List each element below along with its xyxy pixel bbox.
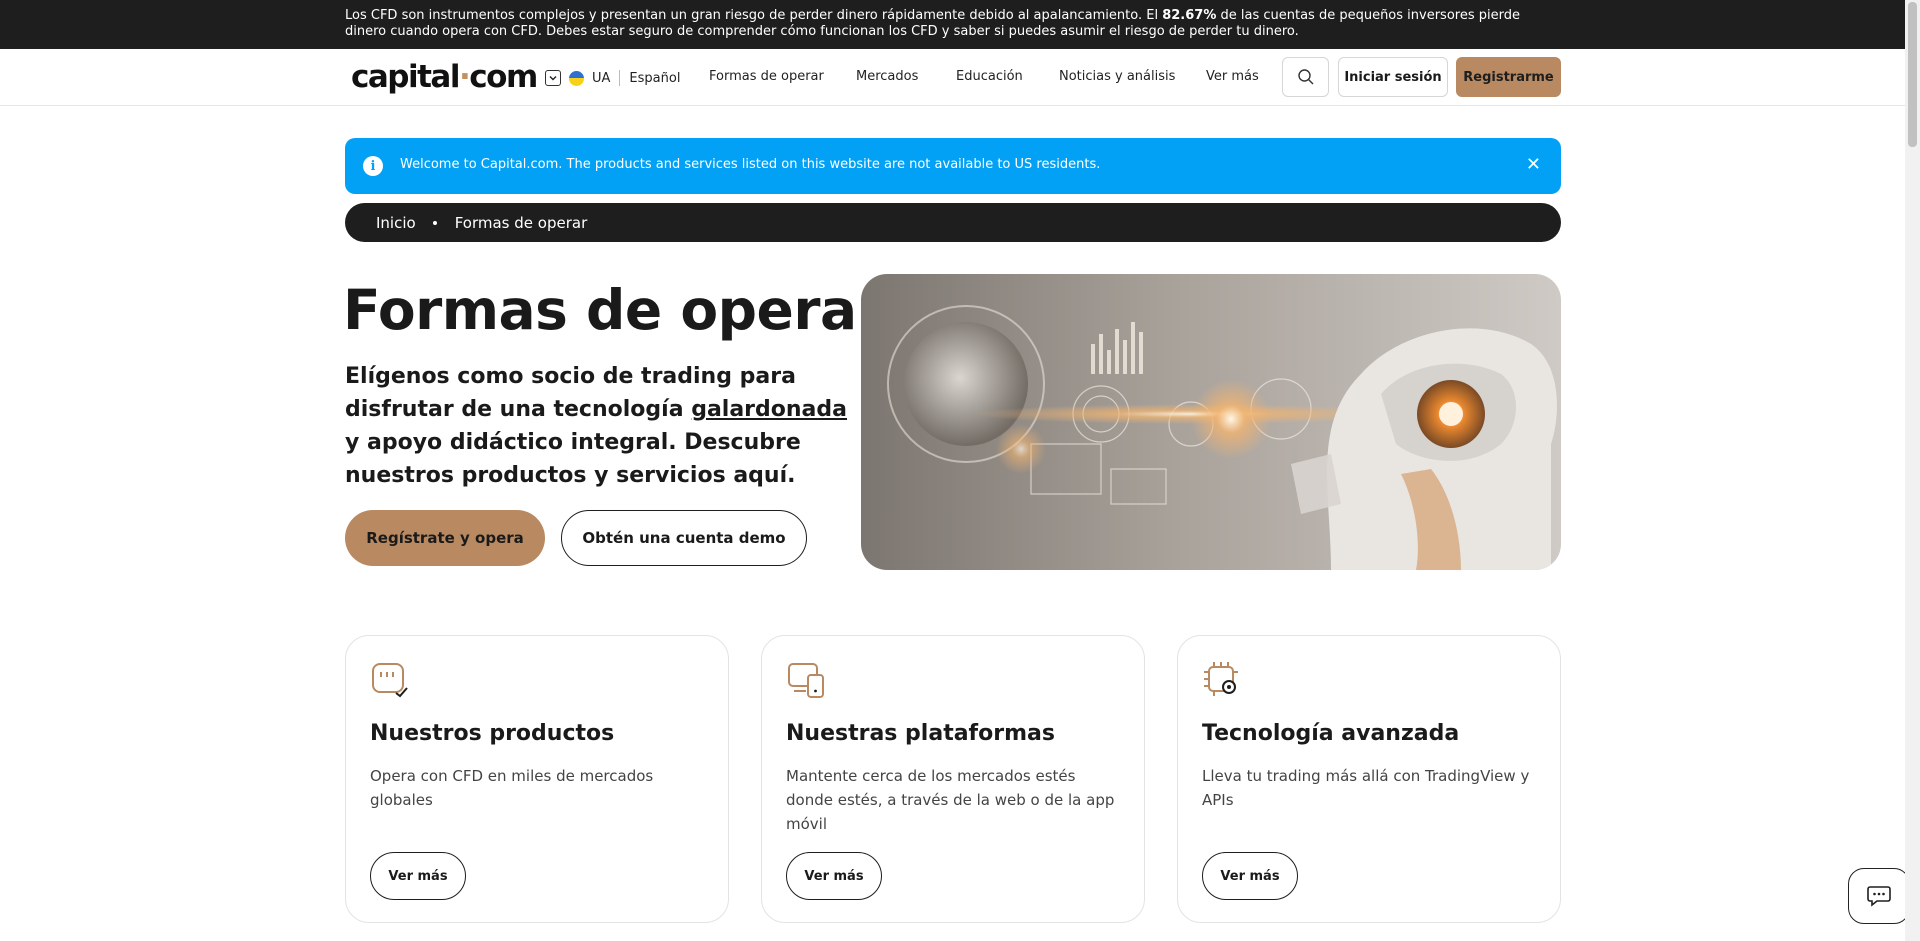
region-language-selector[interactable]: UA Español: [545, 68, 680, 88]
risk-warning-text: Los CFD son instrumentos complejos y pre…: [345, 8, 1520, 39]
hero-robot-image: [861, 274, 1561, 570]
us-residents-notice: i Welcome to Capital.com. The products a…: [345, 138, 1561, 194]
card-products: Nuestros productos Opera con CFD en mile…: [345, 635, 729, 923]
info-icon: i: [363, 156, 383, 176]
close-icon[interactable]: ✕: [1526, 154, 1541, 175]
language-label[interactable]: Español: [629, 71, 680, 86]
demo-account-button[interactable]: Obtén una cuenta demo: [561, 510, 807, 566]
products-see-more-button[interactable]: Ver más: [370, 852, 466, 900]
platforms-see-more-button[interactable]: Ver más: [786, 852, 882, 900]
card-platforms: Nuestras plataformas Mantente cerca de l…: [761, 635, 1145, 923]
nav-noticias-y-analisis[interactable]: Noticias y análisis: [1059, 69, 1175, 84]
site-header: capital·com UA Español Formas de operar …: [0, 49, 1905, 106]
breadcrumb-separator: [432, 220, 437, 225]
chip-gear-icon: [1204, 662, 1238, 696]
card-title: Tecnología avanzada: [1202, 721, 1460, 746]
search-button[interactable]: [1282, 57, 1329, 97]
nav-educacion[interactable]: Educación: [956, 69, 1023, 84]
devices-icon: [788, 663, 824, 698]
card-description: Opera con CFD en miles de mercados globa…: [370, 767, 654, 809]
divider: [619, 70, 621, 86]
galardonada-link[interactable]: galardonada: [691, 397, 847, 422]
breadcrumb-current: Formas de operar: [454, 213, 588, 232]
search-icon: [1297, 69, 1313, 85]
breadcrumb-home[interactable]: Inicio: [376, 214, 416, 232]
page-scrollbar[interactable]: [1905, 0, 1920, 941]
card-title: Nuestras plataformas: [786, 721, 1055, 746]
register-button[interactable]: Registrarme: [1456, 57, 1561, 97]
chat-widget-button[interactable]: [1848, 868, 1910, 924]
card-title: Nuestros productos: [370, 721, 615, 746]
page-title: Formas de operar: [343, 278, 884, 342]
chat-icon: [1867, 886, 1891, 907]
card-description: Lleva tu trading más allá con TradingVie…: [1202, 767, 1530, 809]
technology-see-more-button[interactable]: Ver más: [1202, 852, 1298, 900]
breadcrumb: Inicio Formas de operar: [345, 203, 1561, 242]
scrollbar-thumb[interactable]: [1908, 2, 1917, 147]
chevron-down-icon[interactable]: [545, 70, 561, 86]
nav-mercados[interactable]: Mercados: [856, 69, 918, 84]
notice-text: Welcome to Capital.com. The products and…: [400, 157, 1101, 172]
risk-warning-banner: Los CFD son instrumentos complejos y pre…: [0, 0, 1905, 49]
nav-formas-de-operar[interactable]: Formas de operar: [709, 69, 824, 84]
region-code[interactable]: UA: [592, 71, 610, 86]
capital-logo[interactable]: capital·com: [351, 59, 538, 95]
card-description: Mantente cerca de los mercados estés don…: [786, 767, 1115, 833]
chat-check-icon: [372, 663, 408, 698]
register-and-trade-button[interactable]: Regístrate y opera: [345, 510, 545, 566]
ukraine-flag-icon: [569, 70, 584, 86]
card-technology: Tecnología avanzada Lleva tu trading más…: [1177, 635, 1561, 923]
nav-ver-mas[interactable]: Ver más: [1206, 69, 1259, 84]
login-button[interactable]: Iniciar sesión: [1338, 57, 1448, 97]
hero-subtitle: Elígenos como socio de trading para disf…: [345, 364, 847, 488]
